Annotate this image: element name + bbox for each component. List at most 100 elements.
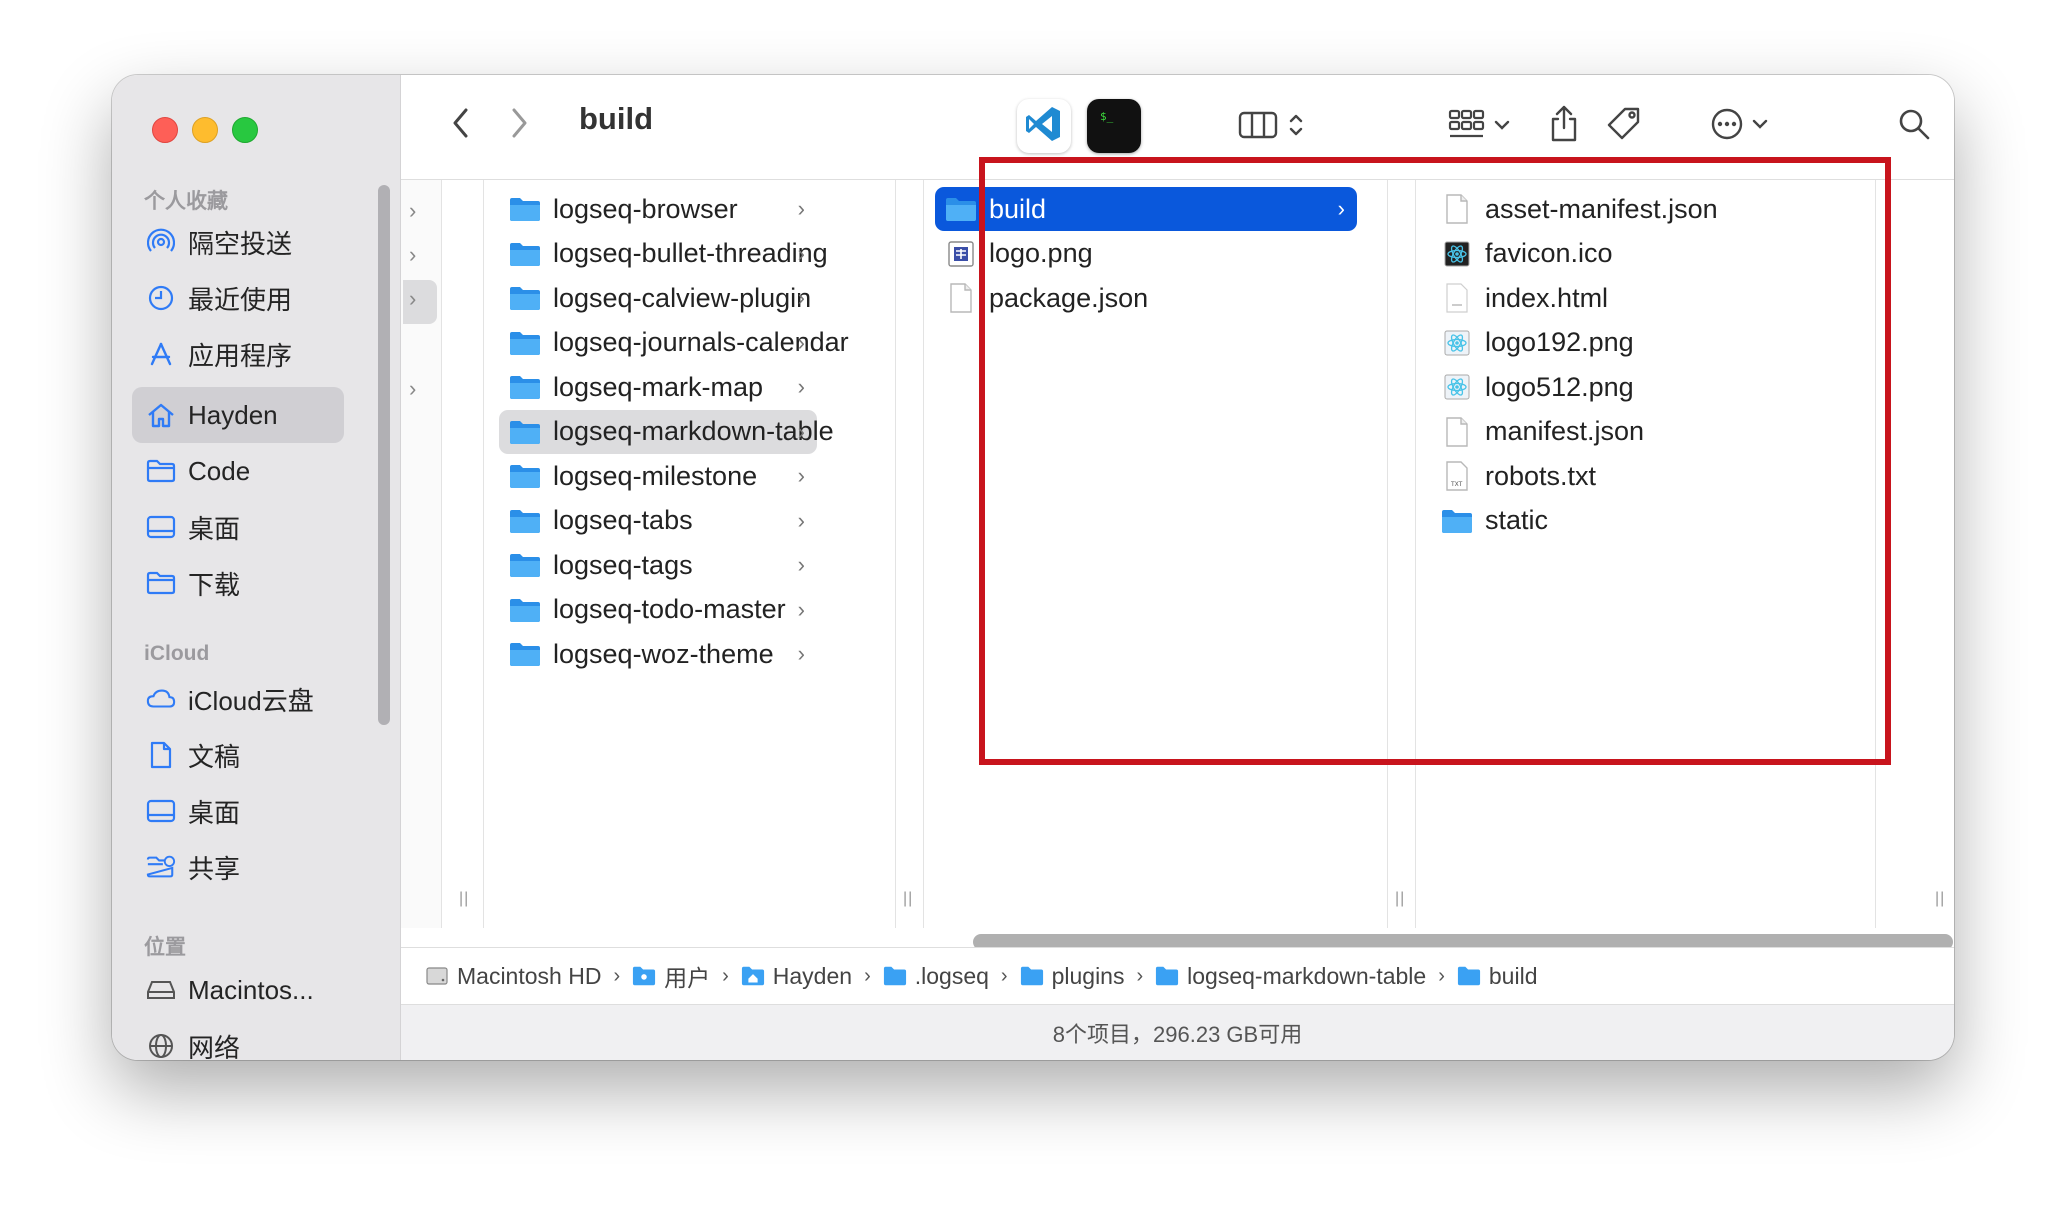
list-item-label: logseq-milestone — [553, 460, 758, 491]
path-bar: Macintosh HD › 用户 › Hayden › .logseq › plugins › l… — [401, 947, 1954, 1004]
list-item[interactable]: logseq-calview-plugin › — [499, 276, 817, 320]
minimize-button[interactable] — [192, 117, 218, 143]
vscode-app-button[interactable] — [1017, 99, 1071, 153]
sidebar-item-network[interactable]: 网络 — [132, 1018, 344, 1060]
column-resize-handle[interactable]: || — [903, 890, 913, 908]
desktop-icon — [146, 796, 176, 826]
sidebar-item-downloads[interactable]: 下载 — [132, 555, 344, 611]
terminal-icon: $_ — [1094, 104, 1134, 149]
column-parent[interactable]: › › › › — [401, 180, 441, 928]
list-item[interactable]: logseq-bullet-threading › — [499, 232, 828, 276]
forward-button[interactable] — [499, 103, 539, 147]
sidebar-item-shared[interactable]: 共享 — [132, 839, 344, 895]
list-item[interactable]: logseq-browser › — [499, 187, 817, 231]
list-item[interactable]: logseq-mark-map › — [499, 365, 817, 409]
json-file-icon — [945, 282, 977, 314]
chevron-right-icon: › — [797, 418, 805, 444]
tag-icon — [1605, 105, 1643, 148]
close-button[interactable] — [152, 117, 178, 143]
chevron-right-icon: › — [797, 641, 805, 666]
annotation-highlight-box — [979, 157, 1891, 765]
breadcrumb-item[interactable]: Macintosh HD — [425, 963, 601, 990]
sidebar-header-favorites: 个人收藏 — [144, 190, 228, 213]
sidebar-item-code[interactable]: Code — [132, 443, 344, 499]
breadcrumb-item[interactable]: plugins — [1020, 962, 1125, 990]
terminal-app-button[interactable]: $_ — [1087, 99, 1141, 153]
breadcrumb-separator: › — [1136, 964, 1144, 987]
sidebar-item-airdrop[interactable]: 隔空投送 — [132, 214, 344, 270]
group-button[interactable] — [1439, 105, 1519, 149]
sidebar-item-applications[interactable]: 应用程序 — [132, 326, 344, 382]
applications-icon — [146, 339, 176, 369]
breadcrumb-separator: › — [864, 964, 871, 987]
folder-icon — [509, 505, 541, 537]
list-item-label: logseq-bullet-threading — [553, 238, 828, 268]
breadcrumb-separator: › — [1438, 964, 1445, 987]
view-mode-button[interactable] — [1231, 105, 1311, 149]
share-button[interactable] — [1541, 99, 1587, 153]
chevron-right-icon — [509, 107, 529, 144]
chevron-down-icon — [1494, 118, 1510, 136]
chevron-right-icon: › — [409, 242, 417, 267]
sidebar-item-icloud-drive[interactable]: iCloud云盘 — [132, 671, 344, 727]
sidebar-header-icloud: iCloud — [144, 642, 210, 665]
folder-icon — [1457, 964, 1481, 988]
breadcrumb-item[interactable]: Hayden — [741, 963, 852, 990]
column-divider[interactable] — [441, 180, 442, 928]
sidebar: 个人收藏 隔空投送 最近使用 应用程序 Hayden Code 桌面 下载 iC… — [112, 75, 401, 1060]
chevron-down-icon — [1752, 117, 1768, 135]
list-item[interactable]: logseq-journals-calendar › — [499, 321, 849, 365]
folder-icon — [883, 964, 907, 988]
breadcrumb-label: 用户 — [664, 965, 711, 991]
back-button[interactable] — [441, 103, 481, 147]
list-item-label: logseq-calview-plugin — [553, 282, 812, 313]
breadcrumb-item[interactable]: build — [1457, 963, 1538, 990]
sidebar-item-icloud-desktop[interactable]: 桌面 — [132, 783, 344, 839]
column-resize-handle[interactable]: || — [459, 890, 469, 908]
column-resize-handle[interactable]: || — [1395, 890, 1405, 908]
list-item-label: logseq-mark-map — [553, 371, 764, 402]
column-divider[interactable] — [895, 180, 896, 928]
desktop-icon — [146, 512, 176, 542]
breadcrumb-item[interactable]: logseq-markdown-table — [1155, 963, 1426, 990]
list-item[interactable]: logseq-markdown-table › — [499, 409, 834, 454]
breadcrumb-item[interactable]: .logseq — [883, 963, 989, 990]
sidebar-item-documents[interactable]: 文稿 — [132, 727, 344, 783]
chevron-right-icon: › — [797, 196, 805, 221]
sidebar-item-recents[interactable]: 最近使用 — [132, 270, 344, 326]
sidebar-scrollbar[interactable] — [378, 185, 390, 725]
sidebar-item-macintosh-hd[interactable]: Macintos... — [132, 962, 344, 1018]
status-bar: 8个项目，296.23 GB可用 — [401, 1004, 1954, 1060]
columns-view-icon — [1238, 110, 1278, 145]
more-actions-button[interactable] — [1699, 101, 1779, 151]
breadcrumb-item[interactable]: 用户 — [632, 959, 710, 993]
search-icon — [1897, 107, 1931, 146]
list-item-label: logseq-tabs — [553, 505, 693, 535]
vscode-icon — [1024, 104, 1064, 149]
grid-icon — [1448, 109, 1486, 146]
sidebar-item-hayden[interactable]: Hayden — [132, 387, 344, 443]
home-folder-icon — [741, 964, 765, 988]
list-item-label: logseq-todo-master — [553, 594, 786, 624]
tags-button[interactable] — [1597, 99, 1651, 153]
list-item[interactable]: logseq-woz-theme › — [499, 632, 817, 676]
folder-icon — [509, 460, 541, 492]
list-item[interactable]: logseq-milestone › — [499, 454, 817, 498]
chevron-right-icon: › — [797, 285, 805, 310]
breadcrumb-label: Macintosh HD — [457, 962, 602, 989]
chevron-right-icon: › — [797, 463, 805, 488]
column-resize-handle[interactable]: || — [1935, 890, 1945, 908]
zoom-button[interactable] — [232, 117, 258, 143]
folder-icon — [509, 594, 541, 626]
breadcrumb-label: .logseq — [914, 962, 989, 989]
search-button[interactable] — [1889, 101, 1939, 151]
chevron-right-icon: › — [409, 286, 417, 311]
sidebar-item-desktop[interactable]: 桌面 — [132, 499, 344, 555]
list-item[interactable]: logseq-tabs › — [499, 499, 817, 543]
breadcrumb-label: plugins — [1051, 962, 1125, 989]
breadcrumb-separator: › — [613, 964, 621, 987]
breadcrumb-label: logseq-markdown-table — [1187, 962, 1427, 989]
folder-icon — [509, 327, 541, 359]
list-item[interactable]: logseq-tags › — [499, 543, 817, 587]
list-item[interactable]: logseq-todo-master › — [499, 588, 817, 632]
